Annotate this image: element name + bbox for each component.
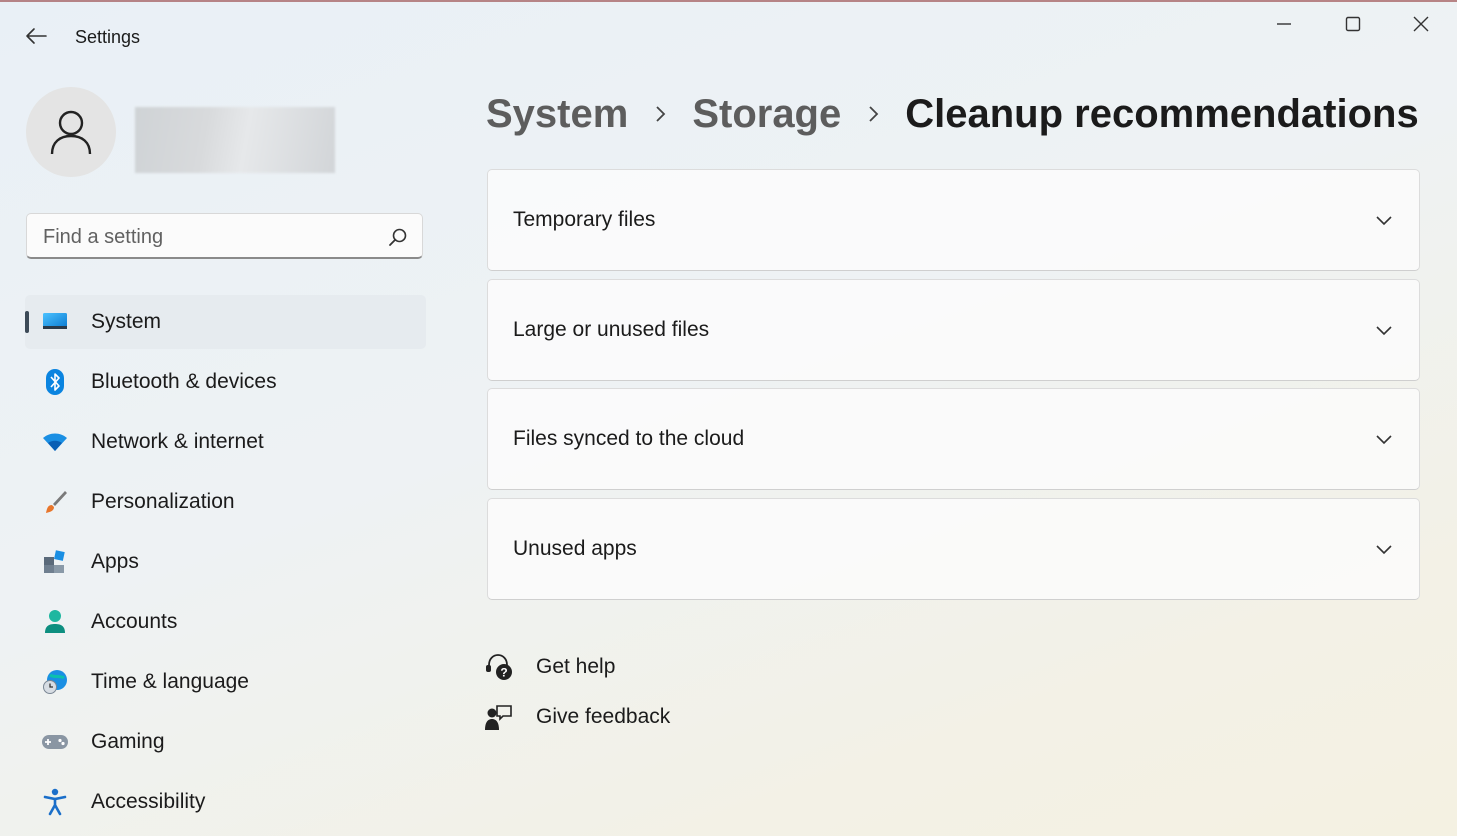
sidebar-item-label: Apps	[91, 550, 139, 573]
get-help-link[interactable]: ? Get help	[485, 651, 615, 683]
sidebar-item-network[interactable]: Network & internet	[25, 415, 426, 469]
accessibility-icon	[41, 788, 69, 816]
maximize-button[interactable]	[1330, 8, 1376, 40]
expander-unused-apps[interactable]: Unused apps	[487, 498, 1420, 600]
globe-clock-icon	[41, 668, 69, 696]
system-icon	[41, 308, 69, 336]
feedback-icon	[485, 703, 513, 731]
breadcrumb: System Storage Cleanup recommendations	[486, 86, 1419, 142]
chevron-down-icon	[1376, 545, 1392, 555]
expander-label: Unused apps	[513, 537, 637, 560]
chevron-down-icon	[1376, 435, 1392, 445]
breadcrumb-storage[interactable]: Storage	[692, 92, 841, 137]
avatar[interactable]	[26, 87, 116, 177]
apps-icon	[41, 548, 69, 576]
sidebar-item-label: System	[91, 310, 162, 333]
expander-files-synced-cloud[interactable]: Files synced to the cloud	[487, 388, 1420, 490]
sidebar-item-time-language[interactable]: Time & language	[25, 655, 426, 709]
expander-label: Files synced to the cloud	[513, 427, 745, 450]
sidebar-item-label: Accounts	[91, 610, 178, 633]
expander-label: Temporary files	[513, 208, 656, 231]
expander-temporary-files[interactable]: Temporary files	[487, 169, 1420, 271]
sidebar-item-label: Accessibility	[91, 790, 206, 813]
help-chat-icon: ?	[485, 653, 513, 681]
sidebar-item-gaming[interactable]: Gaming	[25, 715, 426, 769]
svg-text:?: ?	[500, 666, 507, 680]
close-icon	[1413, 16, 1429, 32]
give-feedback-label: Give feedback	[536, 705, 671, 728]
expander-large-unused-files[interactable]: Large or unused files	[487, 279, 1420, 381]
sidebar-item-accounts[interactable]: Accounts	[25, 595, 426, 649]
profile-name-blurred	[135, 107, 335, 173]
search-icon[interactable]	[388, 227, 408, 247]
back-arrow-icon	[26, 28, 47, 44]
chevron-right-icon	[628, 105, 692, 123]
sidebar-item-label: Gaming	[91, 730, 165, 753]
person-icon	[41, 608, 69, 636]
sidebar-item-bluetooth[interactable]: Bluetooth & devices	[25, 355, 426, 409]
search-input[interactable]	[41, 214, 375, 260]
sidebar-item-label: Bluetooth & devices	[91, 370, 277, 393]
sidebar-nav: System Bluetooth & devices Network & int…	[25, 295, 426, 835]
selection-indicator	[25, 311, 29, 333]
chevron-down-icon	[1376, 326, 1392, 336]
app-title: Settings	[75, 27, 141, 47]
sidebar-item-label: Personalization	[91, 490, 235, 513]
sidebar-item-label: Time & language	[91, 670, 249, 693]
gamepad-icon	[41, 728, 69, 756]
wifi-icon	[41, 428, 69, 456]
give-feedback-link[interactable]: Give feedback	[485, 701, 670, 733]
chevron-down-icon	[1376, 216, 1392, 226]
sidebar-item-apps[interactable]: Apps	[25, 535, 426, 589]
sidebar-item-system[interactable]: System	[25, 295, 426, 349]
minimize-icon	[1277, 23, 1291, 25]
close-button[interactable]	[1398, 8, 1444, 40]
breadcrumb-system[interactable]: System	[486, 92, 628, 137]
bluetooth-icon	[41, 368, 69, 396]
title-bar: Settings	[0, 0, 1457, 72]
chevron-right-icon	[841, 105, 905, 123]
expander-label: Large or unused files	[513, 318, 710, 341]
minimize-button[interactable]	[1261, 8, 1307, 40]
person-outline-icon	[50, 110, 92, 155]
maximize-icon	[1345, 16, 1361, 32]
back-button[interactable]	[20, 22, 52, 50]
get-help-label: Get help	[536, 655, 616, 678]
paintbrush-icon	[41, 488, 69, 516]
sidebar-item-accessibility[interactable]: Accessibility	[25, 775, 426, 829]
sidebar-item-personalization[interactable]: Personalization	[25, 475, 426, 529]
sidebar-item-label: Network & internet	[91, 430, 264, 453]
page-title: Cleanup recommendations	[905, 91, 1419, 136]
search-box[interactable]	[26, 213, 423, 260]
